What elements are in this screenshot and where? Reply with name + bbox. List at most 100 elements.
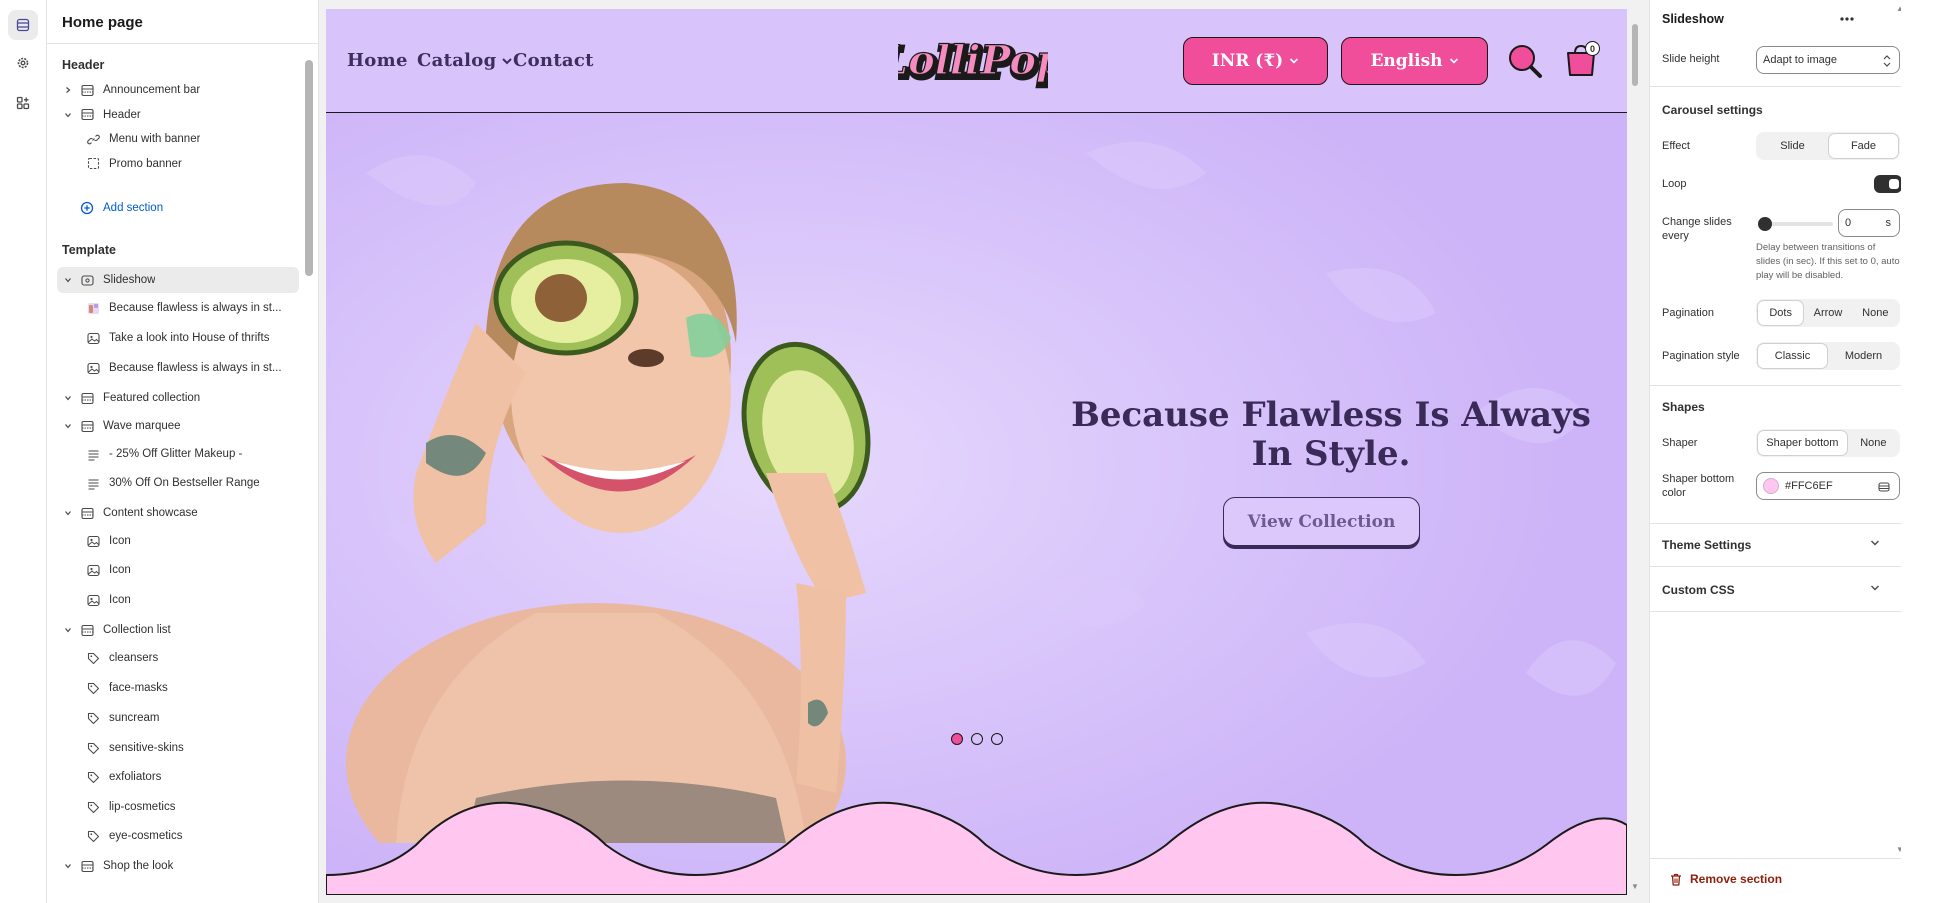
- change-slides-input[interactable]: 0 s: [1838, 209, 1900, 237]
- chevron-down-icon[interactable]: [61, 102, 75, 128]
- section-icon: [79, 858, 95, 874]
- pagination-style-option-classic[interactable]: Classic: [1758, 344, 1827, 368]
- tree-item-label: 30% Off On Bestseller Range: [109, 477, 260, 489]
- tag-icon: [85, 769, 101, 785]
- sections-rail-button[interactable]: [8, 10, 38, 40]
- chevron-down-icon[interactable]: [61, 617, 75, 643]
- section-tree-panel: Home page Header Announcement bar Header M…: [47, 0, 319, 903]
- tree-block-promo-banner[interactable]: Promo banner: [57, 151, 299, 177]
- scroll-down-arrow-icon[interactable]: ▼: [1631, 882, 1639, 891]
- tree-section-featured-collection[interactable]: Featured collection: [57, 385, 299, 411]
- remove-section-button[interactable]: Remove section: [1670, 872, 1782, 886]
- tree-section-header[interactable]: Header: [57, 102, 299, 128]
- theme-settings-label: Theme Settings: [1662, 537, 1752, 552]
- nav-home-link[interactable]: Home: [347, 50, 408, 71]
- tree-item-label: Icon: [109, 564, 131, 576]
- tree-block-because-flawless-is-always-in-st[interactable]: Because flawless is always in st...: [57, 355, 299, 381]
- language-selector[interactable]: English: [1341, 37, 1488, 85]
- loop-toggle[interactable]: [1874, 175, 1901, 193]
- pagination-option-dots[interactable]: Dots: [1758, 301, 1804, 325]
- lollipop-logo[interactable]: LolliPop LolliPop: [898, 21, 1048, 101]
- chevron-down-icon[interactable]: [61, 500, 75, 526]
- more-actions-button[interactable]: [1836, 8, 1858, 30]
- tree-item-label: suncream: [109, 712, 160, 724]
- settings-rail-button[interactable]: [8, 48, 38, 78]
- chevron-down-icon[interactable]: [61, 413, 75, 439]
- change-slides-slider-track[interactable]: [1763, 222, 1833, 226]
- plus-circle-icon: [79, 200, 95, 216]
- search-icon[interactable]: [1506, 42, 1544, 80]
- tree-section-slideshow[interactable]: Slideshow: [57, 267, 299, 293]
- chevron-down-icon[interactable]: [61, 385, 75, 411]
- add-section-button[interactable]: Add section: [57, 195, 299, 221]
- tree-item-label: Take a look into House of thrifts: [109, 332, 270, 344]
- section-icon: [79, 107, 95, 123]
- change-slides-slider-handle[interactable]: [1758, 217, 1772, 231]
- tree-block-sensitive-skins[interactable]: sensitive-skins: [57, 735, 299, 761]
- tree-block-lip-cosmetics[interactable]: lip-cosmetics: [57, 794, 299, 820]
- theme-settings-accordion[interactable]: Theme Settings: [1650, 523, 1901, 567]
- slide-dot[interactable]: [971, 733, 983, 745]
- currency-selector[interactable]: INR (₹): [1183, 37, 1328, 85]
- tag-icon: [85, 650, 101, 666]
- tree-block-cleansers[interactable]: cleansers: [57, 645, 299, 671]
- pagination-style-option-modern[interactable]: Modern: [1829, 344, 1898, 368]
- tree-scrollbar-thumb[interactable]: [305, 60, 313, 276]
- tree-block-icon[interactable]: Icon: [57, 528, 299, 554]
- slide-height-select[interactable]: Adapt to image: [1756, 46, 1900, 74]
- pagination-segmented-control: Dots Arrow None: [1756, 299, 1900, 327]
- pagination-option-none[interactable]: None: [1853, 301, 1898, 325]
- view-collection-button[interactable]: View Collection: [1223, 497, 1420, 546]
- cart-button[interactable]: 0: [1563, 41, 1600, 79]
- tree-section-wave-marquee[interactable]: Wave marquee: [57, 413, 299, 439]
- color-picker-icon[interactable]: [1878, 481, 1890, 493]
- shaper-color-field[interactable]: #FFC6EF: [1756, 472, 1900, 500]
- slide-dot[interactable]: [991, 733, 1003, 745]
- custom-css-label: Custom CSS: [1662, 582, 1735, 597]
- preview-scrollbar-thumb[interactable]: [1632, 24, 1638, 86]
- tree-block-icon[interactable]: Icon: [57, 557, 299, 583]
- tree-block-take-a-look-into-house-of-thrifts[interactable]: Take a look into House of thrifts: [57, 325, 299, 351]
- chevron-right-icon[interactable]: [61, 77, 75, 103]
- carousel-settings-heading: Carousel settings: [1662, 103, 1763, 117]
- section-icon: [79, 622, 95, 638]
- tree-item-label: Announcement bar: [103, 84, 201, 96]
- tree-section-collection-list[interactable]: Collection list: [57, 617, 299, 643]
- tree-block-because-flawless-is-always-in-st[interactable]: Because flawless is always in st...: [57, 295, 299, 321]
- shaper-option-none[interactable]: None: [1849, 431, 1898, 455]
- tree-section-announcement-bar[interactable]: Announcement bar: [57, 77, 299, 103]
- add-section-label: Add section: [103, 202, 164, 214]
- custom-css-accordion[interactable]: Custom CSS: [1650, 568, 1901, 612]
- trash-icon: [1671, 873, 1681, 886]
- section-icon: [79, 418, 95, 434]
- tree-block-exfoliators[interactable]: exfoliators: [57, 764, 299, 790]
- nav-catalog-link[interactable]: Catalog: [417, 50, 513, 71]
- shaper-option-bottom[interactable]: Shaper bottom: [1758, 431, 1847, 455]
- chevron-down-icon[interactable]: [61, 267, 75, 293]
- pagination-option-arrow[interactable]: Arrow: [1805, 301, 1850, 325]
- tree-section-shop-the-look[interactable]: Shop the look: [57, 853, 299, 879]
- apps-rail-button[interactable]: [8, 88, 38, 118]
- tree-item-label: - 25% Off Glitter Makeup -: [109, 448, 243, 460]
- tree-item-label: face-masks: [109, 682, 168, 694]
- shapes-heading: Shapes: [1662, 400, 1705, 414]
- effect-option-fade[interactable]: Fade: [1829, 134, 1898, 158]
- tree-block-eye-cosmetics[interactable]: eye-cosmetics: [57, 823, 299, 849]
- color-swatch[interactable]: [1763, 478, 1779, 494]
- tree-block-icon[interactable]: Icon: [57, 587, 299, 613]
- tree-block-30-off-on-bestseller-range[interactable]: 30% Off On Bestseller Range: [57, 470, 299, 496]
- nav-contact-link[interactable]: Contact: [513, 50, 594, 71]
- tree-item-label: Slideshow: [103, 274, 156, 286]
- tree-block-face-masks[interactable]: face-masks: [57, 675, 299, 701]
- effect-option-slide[interactable]: Slide: [1758, 134, 1827, 158]
- tree-scrollbar[interactable]: [305, 48, 313, 888]
- slide-dot[interactable]: [951, 733, 963, 745]
- storefront-preview: Home Catalog Contact LolliPop LolliPop I…: [326, 9, 1627, 895]
- tree-section-content-showcase[interactable]: Content showcase: [57, 500, 299, 526]
- tree-block-suncream[interactable]: suncream: [57, 705, 299, 731]
- chevron-down-icon[interactable]: [61, 853, 75, 879]
- preview-scrollbar[interactable]: ▼: [1630, 10, 1640, 891]
- tree-item-label: exfoliators: [109, 771, 162, 783]
- tree-block-25-off-glitter-makeup[interactable]: - 25% Off Glitter Makeup -: [57, 441, 299, 467]
- tree-block-menu-with-banner[interactable]: Menu with banner: [57, 126, 299, 152]
